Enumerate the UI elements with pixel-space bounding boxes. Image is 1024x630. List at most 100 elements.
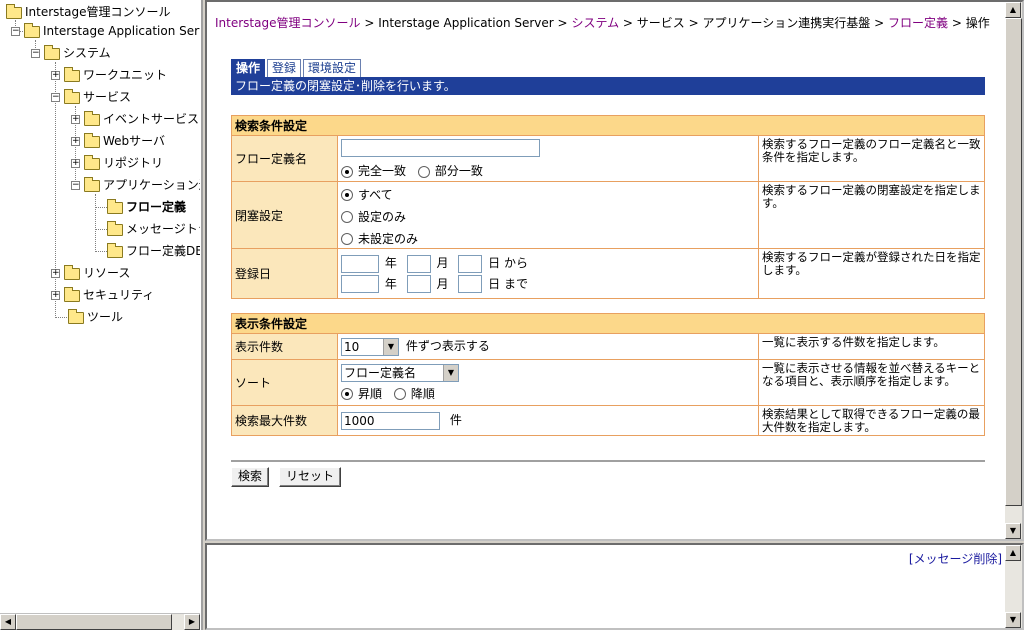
folder-icon: [107, 242, 123, 258]
block-setting-field: すべて 設定のみ 未設定のみ: [337, 181, 759, 249]
folder-icon: [84, 176, 100, 192]
main-content-frame: Interstage管理コンソール > Interstage Applicati…: [205, 0, 1024, 541]
breadcrumb-app-integration: アプリケーション連携実行基盤: [702, 16, 871, 30]
tree-item-security[interactable]: + セキュリティ: [51, 285, 154, 305]
scroll-up-icon[interactable]: ▲: [1005, 2, 1021, 18]
tree-item-app-integration[interactable]: − アプリケーション連: [71, 175, 200, 195]
folder-icon: [24, 22, 40, 38]
tab-bar: 操作 登録 環境設定: [231, 59, 363, 77]
folder-icon: [64, 264, 80, 280]
expand-icon[interactable]: +: [51, 269, 60, 278]
tree-item-resource[interactable]: + リソース: [51, 263, 130, 283]
tab-register[interactable]: 登録: [267, 59, 302, 77]
expand-icon[interactable]: +: [51, 291, 60, 300]
open-folder-icon: [107, 198, 123, 214]
scroll-right-icon[interactable]: ▶: [184, 614, 200, 630]
folder-icon: [84, 110, 100, 126]
from-day-input[interactable]: [458, 254, 483, 273]
search-button[interactable]: 検索: [231, 467, 270, 487]
chevron-down-icon: ▼: [383, 338, 398, 355]
to-day-input[interactable]: [458, 275, 483, 293]
tree-item-root[interactable]: Interstage管理コンソール: [6, 2, 170, 22]
tree-item-work-unit[interactable]: + ワークユニット: [51, 65, 167, 85]
breadcrumb-link-system[interactable]: システム: [571, 16, 619, 30]
tree-item-repository[interactable]: + リポジトリ: [71, 153, 163, 173]
navigation-tree: Interstage管理コンソール − Interstage Applicatio…: [0, 0, 200, 612]
message-vertical-scrollbar[interactable]: ▲ ▼: [1005, 545, 1022, 628]
scroll-down-icon[interactable]: ▼: [1005, 612, 1021, 628]
main-vertical-scrollbar[interactable]: ▲ ▼: [1005, 2, 1022, 539]
display-count-select[interactable]: 10 ▼: [341, 337, 399, 356]
collapse-icon[interactable]: −: [71, 181, 80, 190]
scroll-down-icon[interactable]: ▼: [1005, 523, 1021, 539]
reset-button[interactable]: リセット: [279, 467, 342, 487]
exact-match-radio[interactable]: [341, 165, 353, 178]
expand-icon[interactable]: +: [71, 159, 80, 168]
ascending-radio[interactable]: [341, 388, 353, 400]
sort-field: フロー定義名 ▼ 昇順 降順: [337, 359, 759, 406]
sort-key-select[interactable]: フロー定義名 ▼: [341, 363, 459, 382]
tree-item-event-service[interactable]: + イベントサービス: [71, 109, 199, 129]
scroll-up-icon[interactable]: ▲: [1005, 545, 1021, 561]
collapse-icon[interactable]: −: [31, 49, 40, 58]
to-year-input[interactable]: [341, 275, 379, 293]
tree-item-tool[interactable]: ツール: [68, 307, 123, 327]
display-conditions-table: 表示条件設定 表示件数 10 ▼ 件ずつ表示する 一覧に表示する件数を指定します。…: [231, 313, 985, 436]
tree-item-service[interactable]: − サービス: [51, 87, 131, 107]
field-label: 登録日: [231, 248, 338, 299]
tree-item-flow-definition[interactable]: フロー定義: [107, 197, 186, 217]
folder-icon: [107, 220, 123, 236]
breadcrumb-server: Interstage Application Server: [378, 16, 554, 30]
expand-icon[interactable]: +: [51, 71, 60, 80]
section-title: 表示条件設定: [231, 313, 985, 334]
scroll-left-icon[interactable]: ◀: [0, 614, 16, 630]
field-label: 閉塞設定: [231, 181, 338, 249]
block-unset-radio[interactable]: [341, 233, 353, 245]
tree-horizontal-scrollbar[interactable]: ◀ ▶: [0, 613, 200, 630]
scroll-thumb[interactable]: [16, 614, 172, 630]
partial-match-radio[interactable]: [417, 165, 430, 178]
tree-item-flow-definition-db[interactable]: フロー定義DB: [107, 241, 200, 261]
breadcrumb: Interstage管理コンソール > Interstage Applicati…: [215, 16, 990, 30]
collapse-icon[interactable]: −: [51, 93, 60, 102]
collapse-icon[interactable]: −: [11, 27, 20, 36]
clear-messages-link[interactable]: [メッセージ削除]: [909, 550, 1002, 567]
help-text: 一覧に表示させる情報を並べ替えるキーとなる項目と、表示順序を指定します。: [758, 359, 985, 406]
flow-name-input[interactable]: [341, 139, 540, 157]
block-all-radio[interactable]: [341, 189, 353, 201]
descending-radio[interactable]: [393, 388, 406, 400]
navigation-tree-frame: Interstage管理コンソール − Interstage Applicatio…: [0, 0, 203, 630]
section-title: 検索条件設定: [231, 115, 985, 136]
folder-icon: [84, 154, 100, 170]
to-month-input[interactable]: [406, 275, 431, 293]
max-results-field: 1000 件: [337, 405, 759, 436]
from-month-input[interactable]: [406, 254, 431, 273]
tree-item-server[interactable]: −Interstage Application Server: [11, 21, 200, 41]
from-year-input[interactable]: [341, 254, 379, 273]
tree-item-message-tracking[interactable]: メッセージトラ: [107, 219, 200, 239]
folder-icon: [68, 308, 84, 324]
help-text: 検索するフロー定義が登録された日を指定します。: [758, 248, 985, 299]
chevron-down-icon: ▼: [443, 364, 458, 381]
search-conditions-table: 検索条件設定 フロー定義名 完全一致 部分一致 検索するフロー定義のフロー定義名…: [231, 115, 985, 299]
breadcrumb-link-flow-definition[interactable]: フロー定義: [888, 16, 948, 30]
field-label: 表示件数: [231, 333, 338, 360]
registration-date-field: 年 月 日 から 年 月 日 まで: [337, 248, 759, 299]
max-results-input[interactable]: 1000: [341, 411, 440, 430]
display-count-field: 10 ▼ 件ずつ表示する: [337, 333, 759, 360]
expand-icon[interactable]: +: [71, 115, 80, 124]
block-set-radio[interactable]: [341, 211, 353, 223]
tab-environment[interactable]: 環境設定: [303, 59, 362, 77]
tree-item-system[interactable]: − システム: [31, 43, 111, 63]
help-text: 検索するフロー定義のフロー定義名と一致条件を指定します。: [758, 135, 985, 182]
field-label: 検索最大件数: [231, 405, 338, 436]
tree-item-web-server[interactable]: + Webサーバ: [71, 131, 165, 151]
breadcrumb-link-console[interactable]: Interstage管理コンソール: [215, 16, 360, 30]
folder-icon: [44, 44, 60, 60]
folder-icon: [64, 88, 80, 104]
folder-icon: [84, 132, 100, 148]
breadcrumb-current: 操作: [965, 16, 990, 30]
scroll-thumb[interactable]: [1005, 18, 1022, 506]
expand-icon[interactable]: +: [71, 137, 80, 146]
tab-operation[interactable]: 操作: [231, 59, 266, 77]
